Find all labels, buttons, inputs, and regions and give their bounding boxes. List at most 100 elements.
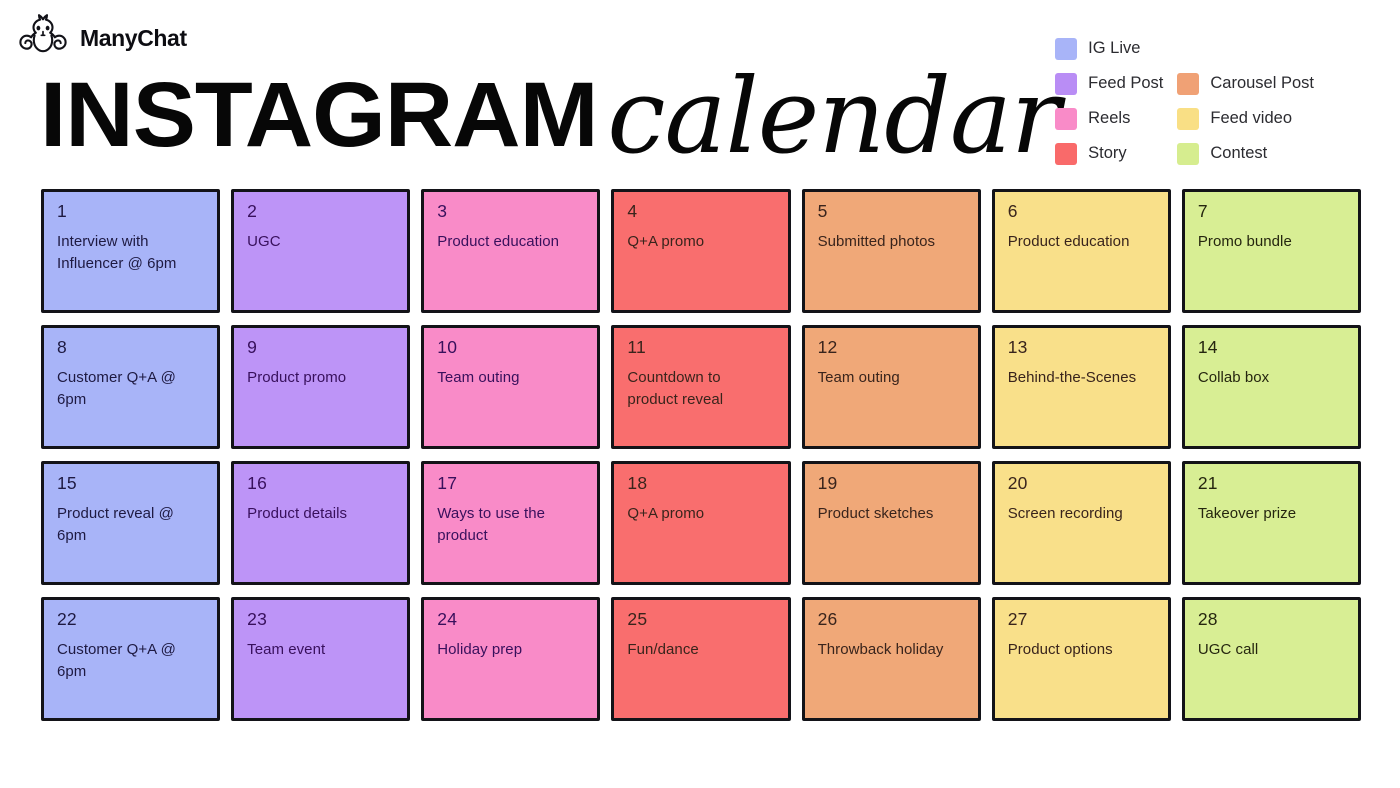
calendar-cell-event-text: Behind-the-Scenes: [1007, 369, 1137, 387]
legend-swatch-icon: [1055, 107, 1078, 130]
calendar-cell-day-number: 6: [1007, 201, 1018, 221]
calendar-cell-event-text: UGC call: [1197, 641, 1259, 659]
calendar-cell-4[interactable]: 4 Q+A promo: [611, 189, 791, 313]
calendar-cell-day-number: 4: [627, 201, 638, 221]
instagram-calendar-page: ManyChat INSTAGRAM calendar IG Live Feed…: [0, 0, 1400, 788]
calendar-cell-27[interactable]: 27 Product options: [991, 597, 1171, 721]
calendar-cell-day-number: 17: [437, 473, 458, 493]
calendar-cell-20[interactable]: 20 Screen recording: [991, 461, 1171, 585]
calendar-cell-event-text: Product sketches: [817, 505, 934, 523]
calendar-cell-day-number: 8: [57, 337, 67, 357]
calendar-cell-day-number: 20: [1007, 473, 1028, 493]
calendar-cell-25[interactable]: 25 Fun/dance: [611, 597, 791, 721]
calendar-cell-11[interactable]: 11 Countdown to product reveal: [611, 325, 791, 449]
calendar-cell-28[interactable]: 28 UGC call: [1181, 597, 1361, 721]
calendar-cell-event-text: Team event: [247, 641, 326, 659]
calendar-cell-12[interactable]: 12 Team outing: [801, 325, 981, 449]
calendar-cell-event-text: Promo bundle: [1197, 233, 1292, 251]
calendar-cell-day-number: 2: [247, 201, 258, 221]
calendar-cell-event-text: Product options: [1007, 641, 1113, 659]
legend-item-feed-post: Feed Post: [1055, 66, 1163, 101]
calendar-cell-16[interactable]: 16 Product details: [231, 461, 411, 585]
calendar-cell-day-number: 5: [817, 201, 828, 221]
calendar-cell-2[interactable]: 2 UGC: [231, 189, 411, 313]
calendar-cell-event-text: Interview with Influencer @ 6pm: [57, 233, 177, 272]
legend: IG Live Feed Post Reels Story Carousel P…: [1055, 31, 1314, 171]
calendar-cell-day-number: 21: [1197, 473, 1218, 493]
calendar-cell-day-number: 13: [1007, 337, 1028, 357]
calendar-cell-event-text: Product reveal @ 6pm: [57, 505, 174, 544]
calendar-cell-day-number: 16: [247, 473, 268, 493]
legend-item-ig-live: IG Live: [1055, 31, 1163, 66]
calendar-cell-15[interactable]: 15 Product reveal @ 6pm: [41, 461, 221, 585]
calendar-cell-10[interactable]: 10 Team outing: [421, 325, 601, 449]
calendar-cell-day-number: 9: [247, 337, 258, 357]
calendar-cell-22[interactable]: 22 Customer Q+A @ 6pm: [41, 597, 221, 721]
calendar-cell-day-number: 24: [437, 609, 458, 629]
calendar-cell-event-text: Ways to use the product: [437, 505, 546, 544]
calendar-cell-event-text: Product promo: [247, 369, 347, 387]
calendar-cell-day-number: 27: [1007, 609, 1028, 629]
calendar-cell-7[interactable]: 7 Promo bundle: [1181, 189, 1361, 313]
calendar-cell-event-text: Customer Q+A @ 6pm: [57, 641, 176, 680]
calendar-cell-17[interactable]: 17 Ways to use the product: [421, 461, 601, 585]
calendar-cell-event-text: Q+A promo: [627, 505, 705, 523]
calendar-cell-day-number: 28: [1197, 609, 1218, 629]
calendar-cell-1[interactable]: 1 Interview with Influencer @ 6pm: [41, 189, 221, 313]
calendar-cell-19[interactable]: 19 Product sketches: [801, 461, 981, 585]
calendar-cell-event-text: Throwback holiday: [817, 641, 944, 659]
legend-item-carousel-post: Carousel Post: [1177, 66, 1314, 101]
calendar-cell-6[interactable]: 6 Product education: [991, 189, 1171, 313]
legend-column-right: Carousel Post Feed video Contest: [1177, 31, 1314, 171]
legend-item-feed-video: Feed video: [1177, 101, 1314, 136]
calendar-cell-26[interactable]: 26 Throwback holiday: [801, 597, 981, 721]
calendar-cell-event-text: Q+A promo: [627, 233, 705, 251]
legend-label: Contest: [1210, 144, 1268, 163]
brand-logo: ManyChat: [14, 14, 187, 62]
calendar-cell-14[interactable]: 14 Collab box: [1181, 325, 1361, 449]
calendar-cell-day-number: 15: [57, 473, 77, 493]
calendar-cell-21[interactable]: 21 Takeover prize: [1181, 461, 1361, 585]
legend-swatch-icon: [1055, 72, 1078, 95]
title-calendar: calendar: [607, 55, 1060, 177]
legend-label: Carousel Post: [1210, 74, 1314, 93]
calendar-cell-8[interactable]: 8 Customer Q+A @ 6pm: [41, 325, 221, 449]
octopus-icon: [14, 14, 72, 62]
calendar-cell-23[interactable]: 23 Team event: [231, 597, 411, 721]
calendar-cell-13[interactable]: 13 Behind-the-Scenes: [991, 325, 1171, 449]
calendar-cell-event-text: Countdown to product reveal: [627, 369, 724, 408]
calendar-cell-5[interactable]: 5 Submitted photos: [801, 189, 981, 313]
calendar-cell-event-text: UGC: [247, 233, 281, 251]
legend-swatch-icon: [1055, 142, 1078, 165]
legend-label: Feed Post: [1088, 74, 1164, 93]
legend-item-story: Story: [1055, 136, 1163, 171]
title-instagram: INSTAGRAM: [40, 64, 599, 166]
calendar-cell-9[interactable]: 9 Product promo: [231, 325, 411, 449]
calendar-grid: 1 Interview with Influencer @ 6pm 2 UGC 3 Pro…: [41, 189, 1361, 721]
calendar-cell-day-number: 23: [247, 609, 268, 629]
legend-label: Feed video: [1210, 109, 1292, 128]
calendar-cell-event-text: Collab box: [1197, 369, 1270, 387]
calendar-cell-day-number: 25: [627, 609, 648, 629]
calendar-cell-day-number: 14: [1197, 337, 1218, 357]
calendar-cell-3[interactable]: 3 Product education: [421, 189, 601, 313]
calendar-cell-day-number: 18: [627, 473, 648, 493]
calendar-cell-day-number: 22: [57, 609, 77, 629]
brand-name: ManyChat: [80, 24, 187, 51]
legend-label: IG Live: [1088, 39, 1141, 58]
page-title: INSTAGRAM calendar: [40, 58, 1061, 168]
legend-swatch-icon: [1177, 107, 1200, 130]
calendar-cell-event-text: Screen recording: [1007, 505, 1123, 523]
calendar-cell-day-number: 12: [817, 337, 838, 357]
legend-item-reels: Reels: [1055, 101, 1163, 136]
calendar-cell-24[interactable]: 24 Holiday prep: [421, 597, 601, 721]
calendar-cell-day-number: 10: [437, 337, 458, 357]
legend-swatch-icon: [1055, 37, 1078, 60]
calendar-cell-day-number: 1: [57, 201, 67, 221]
calendar-cell-event-text: Product details: [247, 505, 348, 523]
calendar-cell-event-text: Fun/dance: [627, 641, 699, 659]
calendar-cell-event-text: Customer Q+A @ 6pm: [57, 369, 176, 408]
calendar-cell-18[interactable]: 18 Q+A promo: [611, 461, 791, 585]
legend-item-contest: Contest: [1177, 136, 1314, 171]
calendar-cell-event-text: Team outing: [817, 369, 900, 387]
